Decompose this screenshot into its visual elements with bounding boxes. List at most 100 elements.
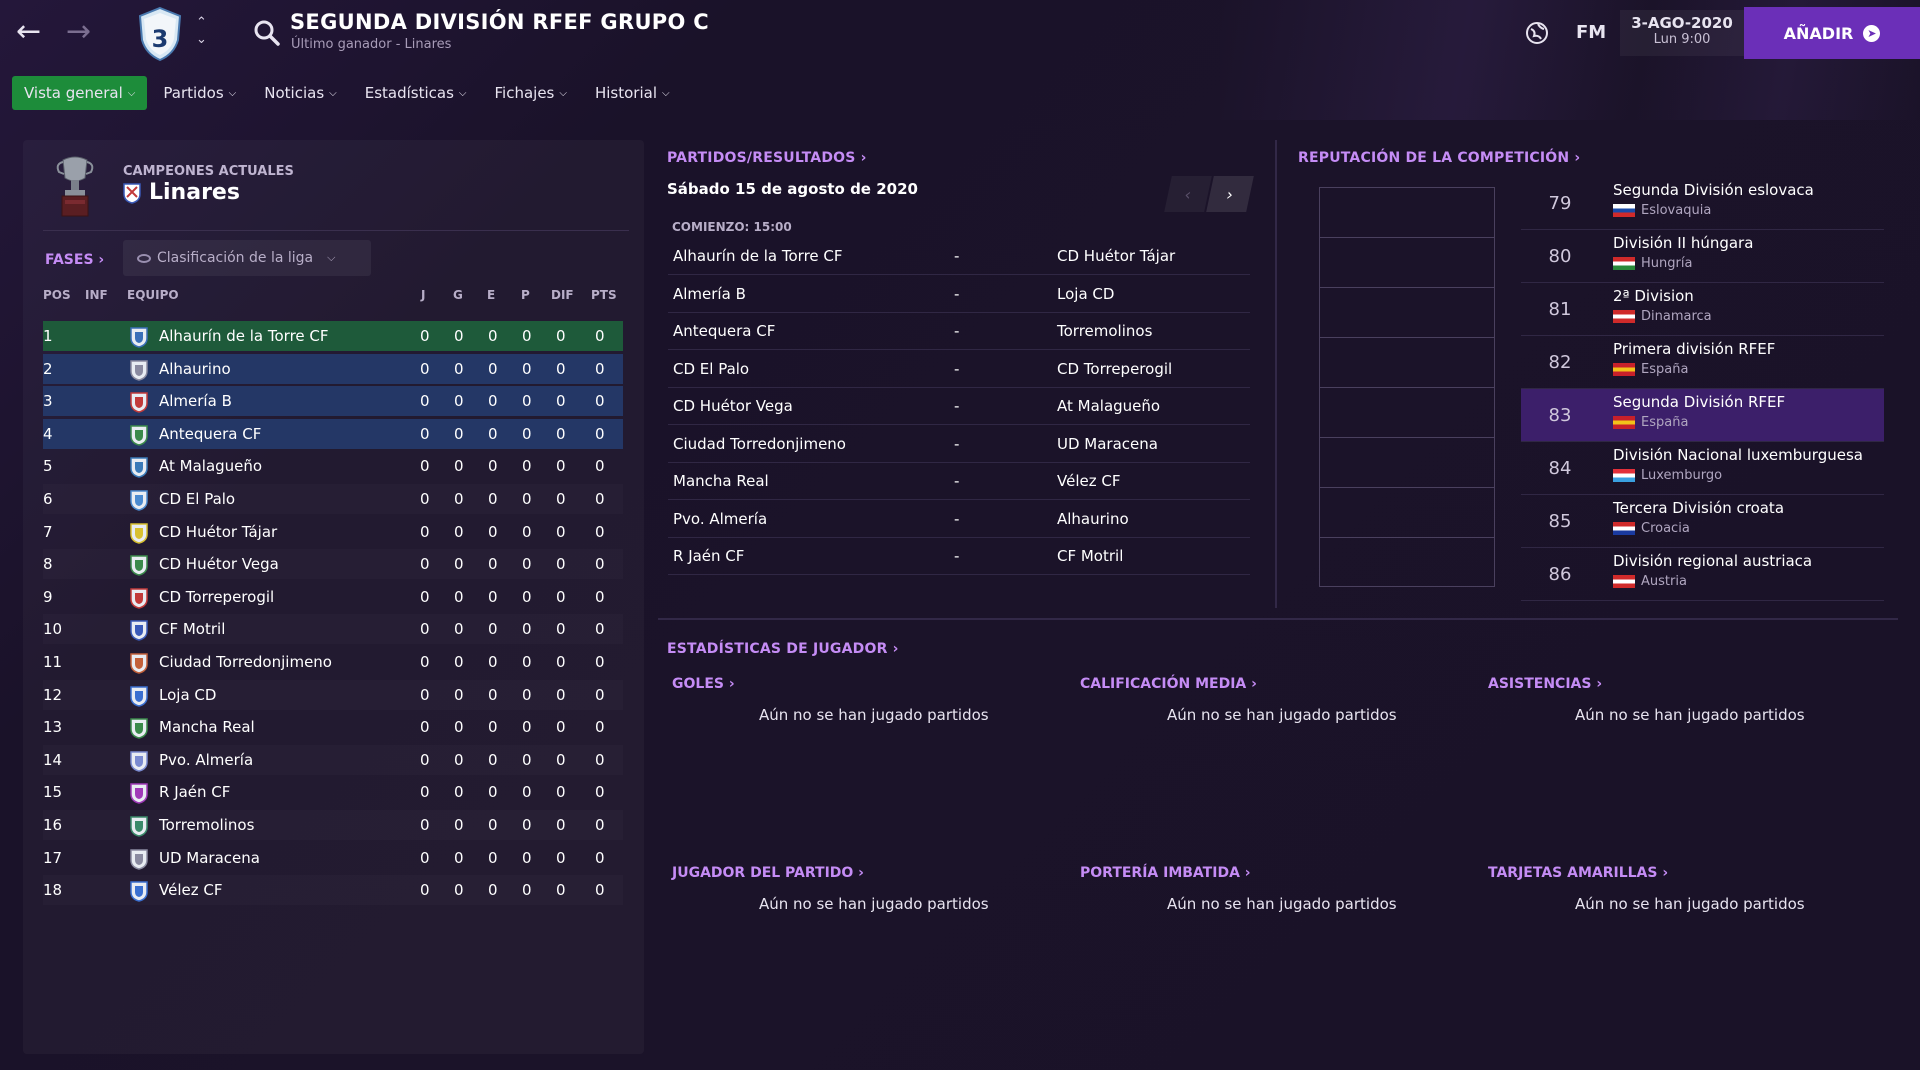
country[interactable]: Croacia [1613, 521, 1690, 536]
away-team[interactable]: CD Huétor Tájar [1057, 238, 1175, 275]
row-team-name[interactable]: Loja CD [159, 680, 216, 710]
home-team[interactable]: CD Huétor Vega [673, 388, 793, 425]
table-row[interactable]: 2 Alhaurino 0 0 0 0 0 0 [43, 353, 623, 384]
row-team-name[interactable]: UD Maracena [159, 843, 260, 873]
away-team[interactable]: UD Maracena [1057, 426, 1158, 463]
col-g[interactable]: G [453, 288, 463, 302]
table-row[interactable]: 9 CD Torreperogil 0 0 0 0 0 0 [43, 582, 623, 612]
fixture-row[interactable]: Antequera CF - Torremolinos [668, 313, 1250, 350]
table-row[interactable]: 1 Alhaurín de la Torre CF 0 0 0 0 0 0 [43, 321, 623, 351]
competition-name[interactable]: 2ª Division [1613, 287, 1694, 305]
player-stats-title-link[interactable]: ESTADÍSTICAS DE JUGADOR › [667, 641, 899, 657]
chevron-right-icon[interactable]: › [1206, 176, 1254, 212]
fixtures-title-link[interactable]: PARTIDOS/RESULTADOS › [667, 150, 867, 166]
phases-link[interactable]: FASES › [45, 252, 104, 268]
table-row[interactable]: 10 CF Motril 0 0 0 0 0 0 [43, 614, 623, 644]
row-team-name[interactable]: CD El Palo [159, 484, 235, 514]
away-team[interactable]: CD Torreperogil [1057, 351, 1172, 388]
home-team[interactable]: Ciudad Torredonjimeno [673, 426, 846, 463]
country[interactable]: Luxemburgo [1613, 468, 1722, 483]
table-row[interactable]: 16 Torremolinos 0 0 0 0 0 0 [43, 810, 623, 840]
fixture-row[interactable]: Ciudad Torredonjimeno - UD Maracena [668, 426, 1250, 463]
row-team-name[interactable]: CD Huétor Tájar [159, 517, 277, 547]
up-down-chevron-icon[interactable]: ⌃ ⌄ [196, 14, 207, 48]
reputation-row[interactable]: 80 División II húngara Hungría [1521, 230, 1884, 283]
home-team[interactable]: Alhaurín de la Torre CF [673, 238, 843, 275]
country[interactable]: Dinamarca [1613, 309, 1712, 324]
stat-yellow-cards-link[interactable]: TARJETAS AMARILLAS › [1488, 865, 1668, 881]
add-button[interactable]: AÑADIR ➤ [1744, 7, 1920, 59]
col-pts[interactable]: PTS [591, 288, 617, 302]
away-team[interactable]: Torremolinos [1057, 313, 1152, 350]
tab-partidos[interactable]: Partidos ⌵ [151, 76, 248, 110]
home-team[interactable]: Pvo. Almería [673, 501, 767, 538]
col-inf[interactable]: INF [85, 288, 108, 302]
fixture-row[interactable]: Almería B - Loja CD [668, 276, 1250, 313]
row-team-name[interactable]: Almería B [159, 386, 232, 416]
reputation-row[interactable]: 85 Tercera División croata Croacia [1521, 495, 1884, 548]
reputation-title-link[interactable]: REPUTACIÓN DE LA COMPETICIÓN › [1298, 150, 1580, 166]
fixture-row[interactable]: Pvo. Almería - Alhaurino [668, 501, 1250, 538]
tab-historial[interactable]: Historial ⌵ [583, 76, 682, 110]
stat-average-rating-link[interactable]: CALIFICACIÓN MEDIA › [1080, 676, 1257, 692]
row-team-name[interactable]: Alhaurín de la Torre CF [159, 321, 329, 351]
away-team[interactable]: Loja CD [1057, 276, 1114, 313]
away-team[interactable]: Alhaurino [1057, 501, 1129, 538]
row-team-name[interactable]: Alhaurino [159, 354, 231, 384]
country[interactable]: Eslovaquia [1613, 203, 1711, 218]
fixture-row[interactable]: Alhaurín de la Torre CF - CD Huétor Tájar [668, 238, 1250, 275]
reputation-row[interactable]: 79 Segunda División eslovaca Eslovaquia [1521, 177, 1884, 230]
col-e[interactable]: E [487, 288, 495, 302]
chevron-left-icon[interactable]: ‹ [1164, 176, 1212, 212]
reputation-row[interactable]: 86 División regional austriaca Austria [1521, 548, 1884, 601]
competition-subtitle[interactable]: Último ganador - Linares [291, 37, 451, 52]
reputation-row[interactable]: 84 División Nacional luxemburguesa Luxembu… [1521, 442, 1884, 495]
tab-vista-general[interactable]: Vista general ⌵ [12, 76, 148, 110]
home-team[interactable]: Mancha Real [673, 463, 769, 500]
table-row[interactable]: 18 Vélez CF 0 0 0 0 0 0 [43, 875, 623, 905]
col-p[interactable]: P [521, 288, 530, 302]
fixture-row[interactable]: CD El Palo - CD Torreperogil [668, 351, 1250, 388]
away-team[interactable]: Vélez CF [1057, 463, 1120, 500]
table-row[interactable]: 17 UD Maracena 0 0 0 0 0 0 [43, 843, 623, 873]
table-row[interactable]: 7 CD Huétor Tájar 0 0 0 0 0 0 [43, 517, 623, 547]
stat-player-of-match-link[interactable]: JUGADOR DEL PARTIDO › [672, 865, 864, 881]
table-row[interactable]: 6 CD El Palo 0 0 0 0 0 0 [43, 484, 623, 514]
competition-name[interactable]: Tercera División croata [1613, 499, 1784, 517]
table-row[interactable]: 15 R Jaén CF 0 0 0 0 0 0 [43, 777, 623, 807]
home-team[interactable]: Almería B [673, 276, 746, 313]
table-row[interactable]: 4 Antequera CF 0 0 0 0 0 0 [43, 418, 623, 449]
reputation-row[interactable]: 81 2ª Division Dinamarca [1521, 283, 1884, 336]
reputation-row[interactable]: 82 Primera división RFEF España [1521, 336, 1884, 389]
table-row[interactable]: 14 Pvo. Almería 0 0 0 0 0 0 [43, 745, 623, 775]
fixture-row[interactable]: R Jaén CF - CF Motril [668, 538, 1250, 575]
stat-goals-link[interactable]: GOLES › [672, 676, 735, 692]
home-team[interactable]: Antequera CF [673, 313, 775, 350]
table-row[interactable]: 12 Loja CD 0 0 0 0 0 0 [43, 680, 623, 710]
country[interactable]: Hungría [1613, 256, 1692, 271]
table-row[interactable]: 3 Almería B 0 0 0 0 0 0 [43, 386, 623, 417]
competition-name[interactable]: División II húngara [1613, 234, 1753, 252]
fixture-row[interactable]: CD Huétor Vega - At Malagueño [668, 388, 1250, 425]
country[interactable]: España [1613, 362, 1688, 377]
row-team-name[interactable]: Vélez CF [159, 875, 222, 905]
table-row[interactable]: 5 At Malagueño 0 0 0 0 0 0 [43, 451, 623, 481]
tab-fichajes[interactable]: Fichajes ⌵ [483, 76, 579, 110]
col-j[interactable]: J [421, 288, 425, 302]
home-team[interactable]: R Jaén CF [673, 538, 744, 575]
row-team-name[interactable]: At Malagueño [159, 451, 262, 481]
back-arrow-icon[interactable]: ← [16, 14, 41, 50]
row-team-name[interactable]: CF Motril [159, 614, 225, 644]
fixture-row[interactable]: Mancha Real - Vélez CF [668, 463, 1250, 500]
competition-name[interactable]: Primera división RFEF [1613, 340, 1775, 358]
stat-assists-link[interactable]: ASISTENCIAS › [1488, 676, 1602, 692]
reputation-row[interactable]: 83 Segunda División RFEF España [1521, 389, 1884, 442]
tab-estadisticas[interactable]: Estadísticas ⌵ [353, 76, 479, 110]
country[interactable]: España [1613, 415, 1688, 430]
search-icon[interactable] [252, 18, 282, 48]
tab-noticias[interactable]: Noticias ⌵ [252, 76, 348, 110]
fm-logo[interactable]: FM [1576, 22, 1606, 43]
table-row[interactable]: 13 Mancha Real 0 0 0 0 0 0 [43, 712, 623, 742]
league-view-dropdown[interactable]: Clasificación de la liga ⌵ [123, 240, 371, 276]
stat-clean-sheets-link[interactable]: PORTERÍA IMBATIDA › [1080, 865, 1251, 881]
